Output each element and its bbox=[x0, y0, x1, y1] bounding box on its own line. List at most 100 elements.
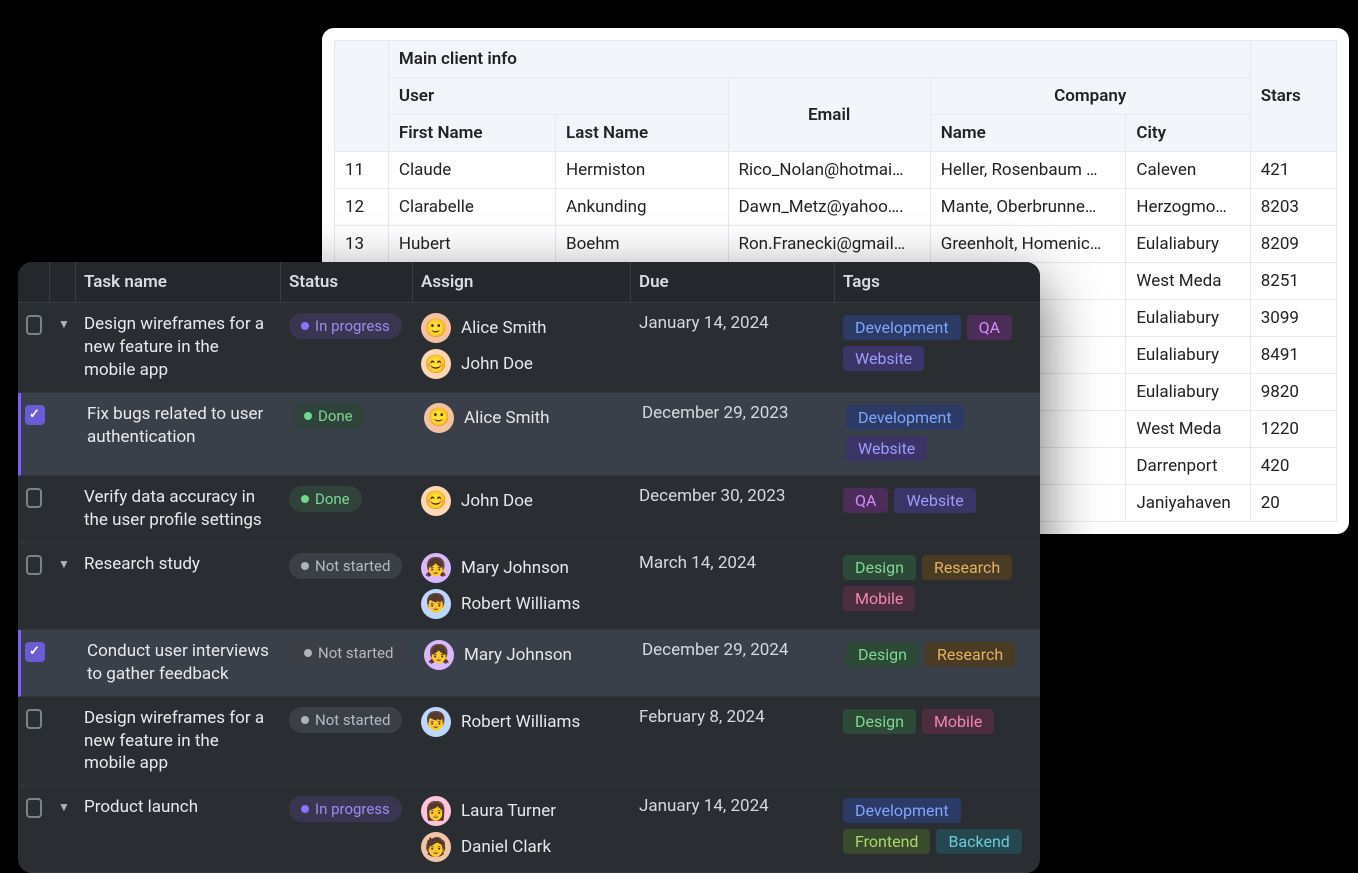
cell-city: Herzogmo… bbox=[1126, 189, 1250, 226]
due-date: December 29, 2024 bbox=[634, 630, 838, 670]
avatar: 😊 bbox=[421, 349, 451, 379]
row-checkbox[interactable] bbox=[26, 315, 42, 335]
tag-frontend[interactable]: Frontend bbox=[843, 829, 930, 854]
task-row[interactable]: ▼ Product launch In progress 👩Laura Turner 🧑… bbox=[18, 786, 1040, 873]
assignee-name: John Doe bbox=[461, 354, 533, 374]
cell-city: West Meda bbox=[1126, 411, 1250, 448]
tag-research[interactable]: Research bbox=[922, 555, 1012, 580]
table-row[interactable]: 11ClaudeHermistonRico_Nolan@hotmai…Helle… bbox=[335, 152, 1337, 189]
avatar: 🙂 bbox=[424, 403, 454, 433]
tag-design[interactable]: Design bbox=[843, 709, 916, 734]
status-header[interactable]: Status bbox=[281, 262, 413, 302]
task-row[interactable]: Fix bugs related to user authenticationD… bbox=[18, 393, 1040, 476]
tag-mobile[interactable]: Mobile bbox=[843, 586, 915, 611]
user-header[interactable]: User bbox=[388, 78, 728, 115]
table-row[interactable]: 13HubertBoehmRon.Franecki@gmail…Greenhol… bbox=[335, 226, 1337, 263]
tag-design[interactable]: Design bbox=[843, 555, 916, 580]
table-row[interactable]: 12ClarabelleAnkundingDawn_Metz@yahoo….Ma… bbox=[335, 189, 1337, 226]
tags-header[interactable]: Tags bbox=[835, 262, 1040, 302]
assignee[interactable]: 👩Laura Turner bbox=[421, 796, 623, 826]
email-header[interactable]: Email bbox=[728, 78, 930, 152]
status-badge[interactable]: Done bbox=[289, 486, 362, 512]
tasks-table: Task name Status Assign Due Tags ▼Design… bbox=[18, 262, 1040, 873]
status-badge[interactable]: In progress bbox=[289, 796, 402, 822]
expand-caret-icon[interactable]: ▼ bbox=[58, 796, 70, 814]
row-checkbox[interactable] bbox=[25, 405, 45, 425]
status-label: Not started bbox=[315, 557, 390, 575]
assignee[interactable]: 👧Mary Johnson bbox=[424, 640, 626, 670]
avatar: 👦 bbox=[421, 589, 451, 619]
status-badge[interactable]: Not started bbox=[292, 640, 405, 666]
avatar: 🧑 bbox=[421, 832, 451, 862]
tag-research[interactable]: Research bbox=[925, 642, 1015, 667]
cell-stars: 20 bbox=[1250, 485, 1336, 522]
assignee[interactable]: 🙂Alice Smith bbox=[424, 403, 626, 433]
row-checkbox[interactable] bbox=[25, 642, 45, 662]
due-date: January 14, 2024 bbox=[631, 786, 835, 826]
row-checkbox[interactable] bbox=[26, 709, 42, 729]
status-badge[interactable]: In progress bbox=[289, 313, 402, 339]
cell-last: Ankunding bbox=[556, 189, 729, 226]
assignee[interactable]: 🧑Daniel Clark bbox=[421, 832, 623, 862]
task-name: Design wireframes for a new feature in t… bbox=[76, 697, 281, 786]
cell-city: Eulaliabury bbox=[1126, 226, 1250, 263]
cell-stars: 9820 bbox=[1250, 374, 1336, 411]
first-name-header[interactable]: First Name bbox=[388, 115, 555, 152]
task-header[interactable]: Task name bbox=[76, 262, 281, 302]
expand-caret-icon[interactable]: ▼ bbox=[58, 553, 70, 571]
tag-development[interactable]: Development bbox=[843, 315, 961, 340]
tag-website[interactable]: Website bbox=[846, 436, 927, 461]
due-date: March 14, 2024 bbox=[631, 543, 835, 583]
tag-mobile[interactable]: Mobile bbox=[922, 709, 994, 734]
task-row[interactable]: ▼Research studyNot started👧Mary Johnson👦… bbox=[18, 543, 1040, 630]
task-row[interactable]: Design wireframes for a new feature in t… bbox=[18, 697, 1040, 787]
city-header[interactable]: City bbox=[1126, 115, 1250, 152]
assignee[interactable]: 😊John Doe bbox=[421, 486, 623, 516]
avatar: 👦 bbox=[421, 707, 451, 737]
stars-header[interactable]: Stars bbox=[1250, 41, 1336, 152]
avatar: 🙂 bbox=[421, 313, 451, 343]
cell-stars: 421 bbox=[1250, 152, 1336, 189]
tag-design[interactable]: Design bbox=[846, 642, 919, 667]
status-label: In progress bbox=[315, 800, 390, 818]
cell-last: Hermiston bbox=[556, 152, 729, 189]
row-checkbox[interactable] bbox=[26, 555, 42, 575]
status-badge[interactable]: Not started bbox=[289, 707, 402, 733]
assign-header[interactable]: Assign bbox=[413, 262, 631, 302]
avatar: 👧 bbox=[421, 553, 451, 583]
tag-backend[interactable]: Backend bbox=[936, 829, 1021, 854]
tag-development[interactable]: Development bbox=[843, 798, 961, 823]
expand-caret-icon[interactable]: ▼ bbox=[58, 313, 70, 331]
tag-qa[interactable]: QA bbox=[967, 315, 1012, 340]
assignee-name: Mary Johnson bbox=[461, 558, 569, 578]
assignee[interactable]: 👧 Mary Johnson bbox=[421, 553, 623, 583]
status-badge[interactable]: Done bbox=[292, 403, 365, 429]
assignee[interactable]: 😊 John Doe bbox=[421, 349, 623, 379]
index-header bbox=[335, 41, 389, 152]
assignee[interactable]: 👦Robert Williams bbox=[421, 707, 623, 737]
cell-email: Rico_Nolan@hotmai… bbox=[728, 152, 930, 189]
tag-qa[interactable]: QA bbox=[843, 488, 888, 513]
assignee[interactable]: 👦Robert Williams bbox=[421, 589, 623, 619]
task-row[interactable]: Conduct user interviews to gather feedba… bbox=[18, 630, 1040, 697]
tag-development[interactable]: Development bbox=[846, 405, 964, 430]
cell-email: Ron.Franecki@gmail… bbox=[728, 226, 930, 263]
avatar: 👧 bbox=[424, 640, 454, 670]
task-row[interactable]: ▼Design wireframes for a new feature in … bbox=[18, 303, 1040, 393]
last-name-header[interactable]: Last Name bbox=[556, 115, 729, 152]
tag-website[interactable]: Website bbox=[843, 346, 924, 371]
row-checkbox[interactable] bbox=[26, 798, 42, 818]
task-name: Product launch bbox=[76, 786, 281, 829]
due-header[interactable]: Due bbox=[631, 262, 835, 302]
row-checkbox[interactable] bbox=[26, 488, 42, 508]
company-name-header[interactable]: Name bbox=[930, 115, 1126, 152]
company-header[interactable]: Company bbox=[930, 78, 1250, 115]
cell-idx: 13 bbox=[335, 226, 389, 263]
assignee[interactable]: 🙂Alice Smith bbox=[421, 313, 623, 343]
cell-city: Caleven bbox=[1126, 152, 1250, 189]
task-row[interactable]: Verify data accuracy in the user profile… bbox=[18, 476, 1040, 543]
cell-first: Claude bbox=[388, 152, 555, 189]
status-badge[interactable]: Not started bbox=[289, 553, 402, 579]
tag-website[interactable]: Website bbox=[894, 488, 975, 513]
checkbox-header bbox=[18, 262, 50, 302]
